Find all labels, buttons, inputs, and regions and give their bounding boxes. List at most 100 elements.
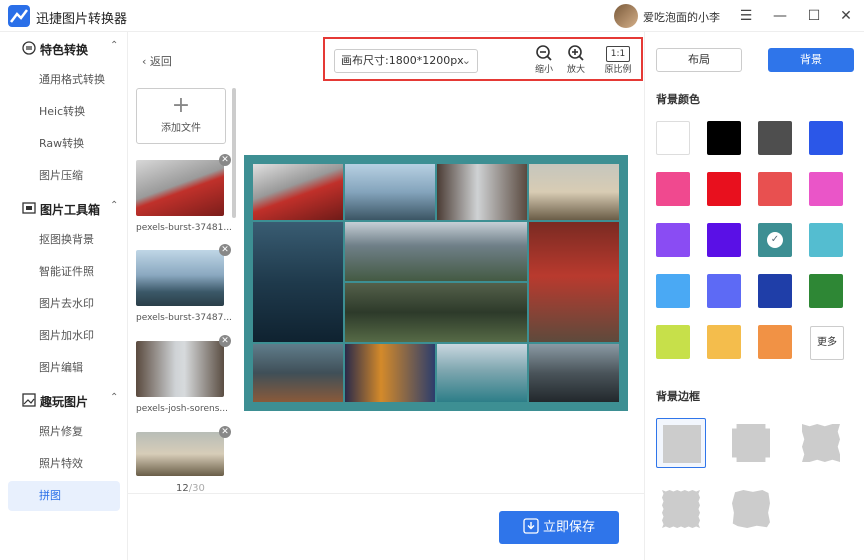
- color-swatch[interactable]: [758, 172, 792, 206]
- bg-color-title: 背景颜色: [656, 93, 700, 106]
- more-colors-button[interactable]: 更多: [810, 326, 844, 360]
- color-swatch[interactable]: [809, 172, 843, 206]
- color-swatch[interactable]: [656, 121, 690, 155]
- plus-icon: +: [171, 93, 191, 118]
- remove-icon[interactable]: ✕: [219, 335, 231, 347]
- zoom-in-icon: [568, 45, 584, 61]
- save-button[interactable]: 立即保存: [499, 511, 619, 544]
- file-name: pexels-burst-37481...: [136, 223, 232, 233]
- sidebar: 特色转换 ⌃ 通用格式转换 Heic转换 Raw转换 图片压缩 图片工具箱 ⌃ …: [0, 32, 128, 560]
- file-thumbnail[interactable]: [136, 432, 224, 476]
- sidebar-item-add-watermark[interactable]: 图片加水印: [8, 321, 120, 351]
- zoom-out-button[interactable]: 缩小: [530, 43, 558, 75]
- download-icon: [523, 518, 539, 534]
- border-style-notched[interactable]: [726, 418, 776, 468]
- color-swatch[interactable]: [758, 121, 792, 155]
- sidebar-item-photo-repair[interactable]: 照片修复: [8, 417, 120, 447]
- original-ratio-button[interactable]: 1:1 原比例: [600, 43, 636, 75]
- collage-cell[interactable]: [528, 343, 620, 403]
- file-thumbnail[interactable]: [136, 250, 224, 306]
- collage-cell[interactable]: [528, 163, 620, 221]
- minimize-button[interactable]: —: [770, 6, 790, 26]
- color-swatch[interactable]: [707, 325, 741, 359]
- sidebar-item-raw[interactable]: Raw转换: [8, 129, 120, 159]
- toolbox-icon: [22, 202, 36, 214]
- border-style-stamp[interactable]: [656, 484, 706, 534]
- file-thumbnail[interactable]: [136, 160, 224, 216]
- back-label: 返回: [149, 55, 172, 68]
- zoom-out-label: 缩小: [534, 65, 553, 75]
- color-swatch[interactable]: [707, 121, 741, 155]
- tab-background[interactable]: 背景: [768, 48, 854, 72]
- color-swatch[interactable]: [809, 223, 843, 257]
- canvas-size-select[interactable]: 画布尺寸:1800*1200px ⌄: [334, 49, 478, 73]
- title-bar: 迅捷图片转换器 爱吃泡面的小李 ☰ — ☐ ✕: [0, 0, 864, 32]
- color-swatch[interactable]: [758, 274, 792, 308]
- collage-cell[interactable]: [344, 163, 436, 221]
- collage-cell[interactable]: [528, 221, 620, 343]
- border-preview: [732, 424, 770, 462]
- color-swatch[interactable]: [656, 274, 690, 308]
- collage-cell[interactable]: [344, 282, 528, 343]
- collage-cell[interactable]: [252, 221, 344, 343]
- collage-cell[interactable]: [344, 221, 528, 282]
- border-style-rough[interactable]: [726, 484, 776, 534]
- border-style-jagged[interactable]: [796, 418, 846, 468]
- user-name[interactable]: 爱吃泡面的小李: [643, 9, 720, 25]
- avatar[interactable]: [614, 4, 638, 28]
- maximize-button[interactable]: ☐: [804, 6, 824, 26]
- color-swatch[interactable]: [656, 223, 690, 257]
- sidebar-item-edit[interactable]: 图片编辑: [8, 353, 120, 383]
- zoom-in-button[interactable]: 放大: [562, 43, 590, 75]
- sidebar-group-fun[interactable]: 趣玩图片 ⌃: [0, 386, 128, 414]
- color-swatch[interactable]: [809, 121, 843, 155]
- color-swatch[interactable]: [707, 274, 741, 308]
- close-button[interactable]: ✕: [836, 6, 856, 26]
- right-panel: 布局 背景 背景颜色 ✓ 更多 背景边框: [644, 32, 864, 560]
- chevron-left-icon: ‹: [142, 55, 150, 68]
- sidebar-item-collage[interactable]: 拼图: [8, 481, 120, 511]
- color-swatch[interactable]: ✓: [758, 223, 792, 257]
- chevron-down-icon: ⌄: [461, 54, 471, 67]
- file-thumbnail[interactable]: [136, 341, 224, 397]
- sidebar-group-special-convert[interactable]: 特色转换 ⌃: [0, 34, 128, 62]
- save-label: 立即保存: [542, 520, 595, 535]
- tab-layout[interactable]: 布局: [656, 48, 742, 72]
- back-button[interactable]: ‹ 返回: [142, 53, 172, 69]
- collage-canvas[interactable]: [244, 155, 628, 411]
- remove-icon[interactable]: ✕: [219, 154, 231, 166]
- add-file-button[interactable]: + 添加文件: [136, 88, 226, 144]
- sidebar-group-toolbox[interactable]: 图片工具箱 ⌃: [0, 194, 128, 222]
- collage-cell[interactable]: [436, 343, 528, 403]
- file-name: pexels-burst-37487...: [136, 313, 232, 323]
- color-swatch[interactable]: [707, 172, 741, 206]
- sidebar-item-heic[interactable]: Heic转换: [8, 97, 120, 127]
- sidebar-item-remove-watermark[interactable]: 图片去水印: [8, 289, 120, 319]
- image-icon: [22, 393, 36, 407]
- collage-cell[interactable]: [252, 163, 344, 221]
- original-ratio-label: 原比例: [604, 65, 632, 75]
- convert-icon: [22, 41, 36, 55]
- ratio-icon: 1:1: [605, 46, 631, 62]
- scrollbar[interactable]: [232, 88, 236, 218]
- menu-icon[interactable]: ☰: [736, 6, 756, 26]
- border-style-plain[interactable]: [656, 418, 706, 468]
- sidebar-group-label: 趣玩图片: [40, 395, 89, 409]
- color-swatch[interactable]: [656, 172, 690, 206]
- color-swatch[interactable]: [809, 274, 843, 308]
- remove-icon[interactable]: ✕: [219, 244, 231, 256]
- sidebar-item-photo-effects[interactable]: 照片特效: [8, 449, 120, 479]
- sidebar-item-compress[interactable]: 图片压缩: [8, 161, 120, 191]
- file-list: ‹ 返回 + 添加文件 ✕ pexels-burst-37481... ✕ pe…: [128, 32, 236, 560]
- color-swatch[interactable]: [707, 223, 741, 257]
- remove-icon[interactable]: ✕: [219, 426, 231, 438]
- collage-cell[interactable]: [252, 343, 344, 403]
- sidebar-item-format-convert[interactable]: 通用格式转换: [8, 65, 120, 95]
- collage-cell[interactable]: [436, 163, 528, 221]
- sidebar-item-id-photo[interactable]: 智能证件照: [8, 257, 120, 287]
- zoom-in-label: 放大: [566, 65, 585, 75]
- collage-cell[interactable]: [344, 343, 436, 403]
- color-swatch[interactable]: [758, 325, 792, 359]
- sidebar-item-cutout[interactable]: 抠图换背景: [8, 225, 120, 255]
- color-swatch[interactable]: [656, 325, 690, 359]
